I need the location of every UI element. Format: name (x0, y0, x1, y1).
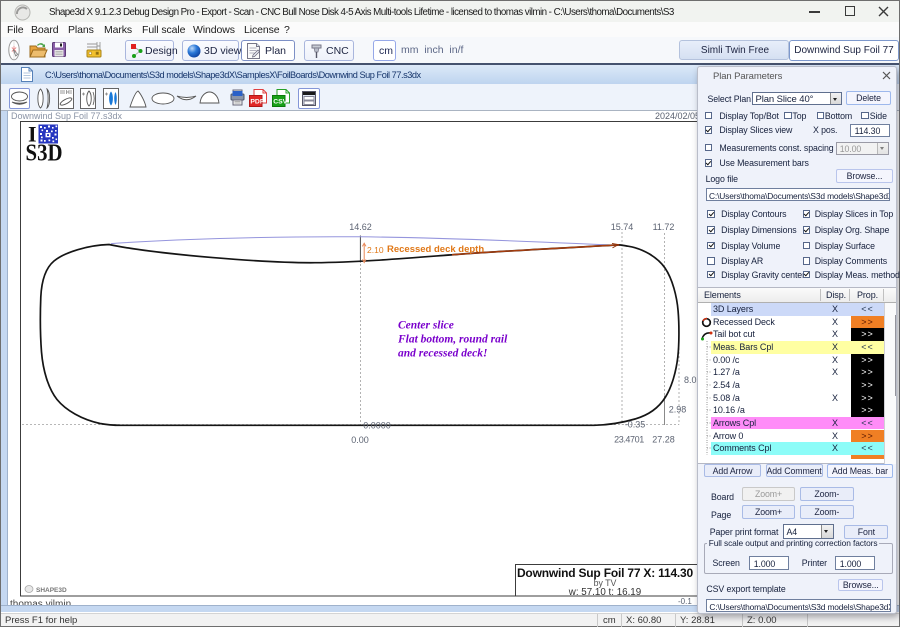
svg-text:CSV: CSV (273, 99, 287, 106)
svg-text:PDF: PDF (250, 99, 264, 106)
